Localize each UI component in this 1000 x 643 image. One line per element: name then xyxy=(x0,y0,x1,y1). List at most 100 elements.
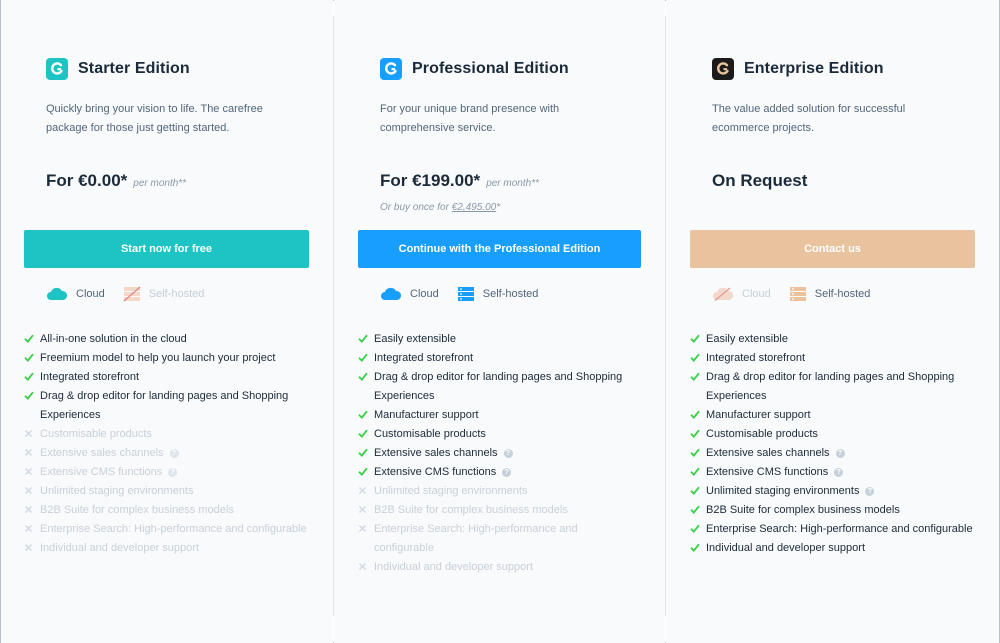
feature-item: Drag & drop editor for landing pages and… xyxy=(358,368,622,406)
feature-text: Unlimited staging environments xyxy=(374,485,528,497)
feature-item: Freemium model to help you launch your p… xyxy=(24,349,307,368)
cross-icon xyxy=(24,539,40,552)
feature-item: Drag & drop editor for landing pages and… xyxy=(24,387,307,425)
cross-icon xyxy=(24,482,40,495)
plan-price: For €0.00* per month** xyxy=(46,171,186,191)
plan-header: Starter Edition xyxy=(46,58,190,80)
help-icon[interactable]: ? xyxy=(865,487,875,496)
hosting-self-hosted: Self-hosted xyxy=(789,286,870,302)
feature-item: Extensive CMS functions? xyxy=(690,463,973,482)
feature-item: Integrated storefront xyxy=(690,349,973,368)
plan-description: Quickly bring your vision to life. The c… xyxy=(46,103,263,134)
feature-item: Unlimited staging environments? xyxy=(690,482,973,501)
feature-text: B2B Suite for complex business models xyxy=(40,504,234,516)
plan-title: Enterprise Edition xyxy=(744,60,884,77)
feature-text: Easily extensible xyxy=(706,333,788,345)
cloud-icon xyxy=(47,287,68,300)
check-icon xyxy=(690,425,706,438)
feature-text: Extensive CMS functions? xyxy=(40,463,178,482)
feature-item: Easily extensible xyxy=(358,330,622,349)
price-unit: per month** xyxy=(486,178,539,189)
feature-text: Drag & drop editor for landing pages and… xyxy=(374,371,623,402)
plan-card-starter: Starter Edition Quickly bring your visio… xyxy=(1,0,333,643)
feature-item: Customisable products xyxy=(690,425,973,444)
feature-text: Extensive sales channels? xyxy=(706,444,845,463)
feature-text: Manufacturer support xyxy=(706,409,811,421)
feature-item: Manufacturer support xyxy=(690,406,973,425)
cross-icon xyxy=(358,558,374,571)
feature-text: All-in-one solution in the cloud xyxy=(40,333,187,345)
feature-text: Customisable products xyxy=(374,428,486,440)
plan-description: The value added solution for successful … xyxy=(712,103,906,134)
plan-header: Professional Edition xyxy=(380,58,569,80)
help-icon[interactable]: ? xyxy=(834,468,844,477)
price-amount: On Request xyxy=(712,171,808,190)
hosting-cloud: Cloud xyxy=(712,287,771,301)
hosting-options: Cloud Self-hosted xyxy=(380,286,556,302)
feature-item: Manufacturer support xyxy=(358,406,622,425)
check-icon xyxy=(690,406,706,419)
hosting-self-hosted: Self-hosted xyxy=(457,286,538,302)
help-icon[interactable]: ? xyxy=(168,468,178,477)
feature-item: Drag & drop editor for landing pages and… xyxy=(690,368,973,406)
feature-list: All-in-one solution in the cloud Freemium… xyxy=(24,330,307,558)
feature-text: Individual and developer support xyxy=(374,561,534,573)
professional-logo-icon xyxy=(380,58,402,80)
server-icon xyxy=(457,287,474,301)
help-icon[interactable]: ? xyxy=(502,468,512,477)
feature-item: Extensive sales channels? xyxy=(24,444,307,463)
feature-text: Extensive CMS functions? xyxy=(374,463,512,482)
feature-item: Individual and developer support xyxy=(690,539,973,558)
check-icon xyxy=(358,444,374,457)
check-icon xyxy=(358,425,374,438)
hosting-self-hosted: Self-hosted xyxy=(123,286,204,302)
help-icon[interactable]: ? xyxy=(169,449,179,458)
cross-icon xyxy=(24,425,40,438)
plan-price: For €199.00* per month** xyxy=(380,171,539,191)
check-icon xyxy=(358,349,374,362)
feature-item: Extensive CMS functions? xyxy=(358,463,622,482)
contact-us-button[interactable]: Contact us xyxy=(690,230,975,268)
check-icon xyxy=(690,520,706,533)
feature-text: Individual and developer support xyxy=(40,542,200,554)
feature-text: Integrated storefront xyxy=(40,371,140,383)
cross-icon xyxy=(24,444,40,457)
feature-item: Customisable products xyxy=(358,425,622,444)
one-time-price-link[interactable]: €2,495.00 xyxy=(452,202,497,213)
plan-title: Starter Edition xyxy=(78,60,190,77)
plan-card-enterprise: Enterprise Edition The value added solut… xyxy=(666,0,999,643)
feature-item: B2B Suite for complex business models xyxy=(690,501,973,520)
check-icon xyxy=(358,330,374,343)
cross-icon xyxy=(24,463,40,476)
continue-professional-button[interactable]: Continue with the Professional Edition xyxy=(358,230,641,268)
check-icon xyxy=(358,463,374,476)
enterprise-logo-icon xyxy=(712,58,734,80)
feature-text: Customisable products xyxy=(40,428,152,440)
check-icon xyxy=(690,349,706,362)
server-icon xyxy=(789,287,806,301)
one-time-price: Or buy once for €2,495.00* xyxy=(380,202,501,213)
plan-price: On Request xyxy=(712,171,807,191)
feature-text: Unlimited staging environments? xyxy=(706,482,875,501)
hosting-cloud: Cloud xyxy=(46,287,105,301)
starter-logo-icon xyxy=(46,58,68,80)
start-free-button[interactable]: Start now for free xyxy=(24,230,309,268)
feature-item: Unlimited staging environments xyxy=(24,482,307,501)
hosting-options: Cloud Self-hosted xyxy=(712,286,888,302)
feature-item: Enterprise Search: High-performance and … xyxy=(690,520,973,539)
feature-text: Individual and developer support xyxy=(706,542,866,554)
feature-text: Extensive sales channels? xyxy=(40,444,179,463)
feature-text: B2B Suite for complex business models xyxy=(374,504,568,516)
feature-item: Individual and developer support xyxy=(24,539,307,558)
check-icon xyxy=(24,368,40,381)
hosting-cloud: Cloud xyxy=(380,287,439,301)
feature-text: Extensive sales channels? xyxy=(374,444,513,463)
feature-list: Easily extensible Integrated storefront Dr… xyxy=(690,330,973,558)
feature-item: Unlimited staging environments xyxy=(358,482,622,501)
feature-text: Unlimited staging environments xyxy=(40,485,194,497)
feature-text: Extensive CMS functions? xyxy=(706,463,844,482)
help-icon[interactable]: ? xyxy=(835,449,845,458)
feature-list: Easily extensible Integrated storefront Dr… xyxy=(358,330,622,577)
check-icon xyxy=(690,330,706,343)
help-icon[interactable]: ? xyxy=(503,449,513,458)
